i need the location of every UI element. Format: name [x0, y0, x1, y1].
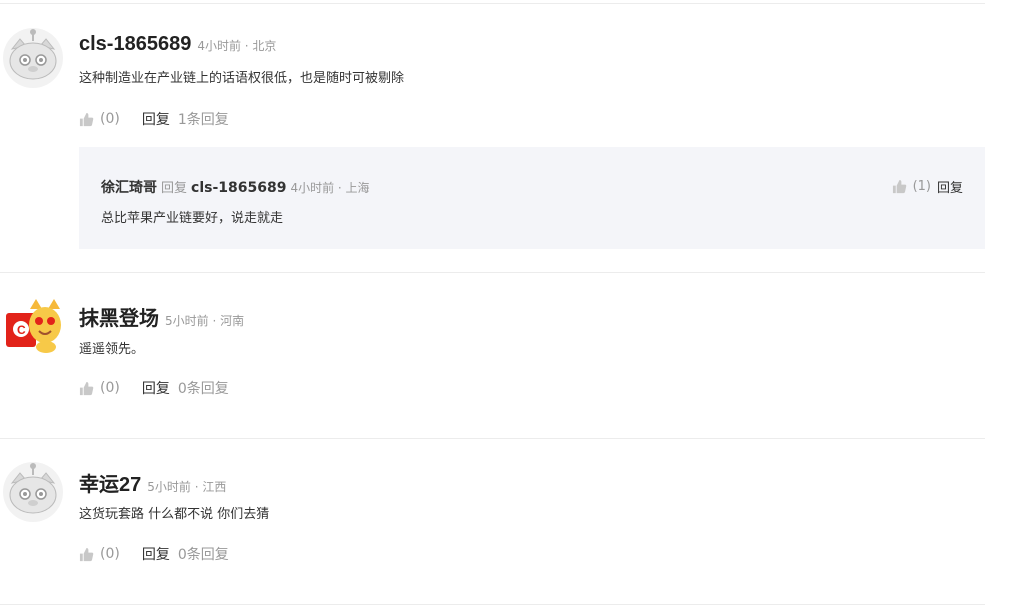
divider [0, 604, 985, 605]
like-count: (0) [100, 546, 120, 562]
user-avatar[interactable] [2, 461, 64, 523]
user-avatar[interactable] [2, 27, 64, 89]
comment-meta: 5小时前 · 江西 [147, 480, 227, 494]
reply-button[interactable]: 回复 [937, 177, 963, 196]
reply-button[interactable]: 回复 [142, 544, 170, 564]
like-count: (0) [100, 380, 120, 396]
thumbs-up-icon[interactable] [79, 547, 94, 562]
comment-item: cls-1865689 4小时前 · 北京 这种制造业在产业链上的话语权很低，也是… [0, 0, 985, 272]
thumbs-up-icon[interactable] [892, 179, 907, 194]
comment-content: 这货玩套路 什么都不说 你们去猜 [79, 507, 270, 522]
reply-count-link[interactable]: 0条回复 [178, 544, 229, 564]
thumbs-up-icon[interactable] [79, 112, 94, 127]
comment-content: 这种制造业在产业链上的话语权很低，也是随时可被剔除 [79, 71, 405, 86]
comment-meta: 4小时前 · 北京 [197, 39, 277, 53]
comment-content: 遥遥领先。 [79, 342, 145, 357]
comment-item: C 抹黑登场 5小时前 · 河南 遥遥领先。 (0) 回复 0条回复 [0, 273, 985, 438]
cartoon-cat-avatar-icon: C [6, 299, 61, 353]
reply-username[interactable]: 徐汇琦哥 [101, 180, 157, 196]
thumbs-up-icon[interactable] [79, 381, 94, 396]
reply-word: 回复 [161, 181, 188, 196]
like-count: (1) [912, 179, 931, 194]
comment-meta: 5小时前 · 河南 [165, 314, 245, 328]
like-count: (0) [100, 111, 120, 127]
comment-item: 幸运27 5小时前 · 江西 这货玩套路 什么都不说 你们去猜 (0) 回复 0条… [0, 439, 985, 605]
reply-count-link[interactable]: 0条回复 [178, 378, 229, 398]
reply-meta: 4小时前 · 上海 [290, 181, 370, 195]
user-avatar[interactable]: C [2, 295, 64, 357]
reply-count-link[interactable]: 1条回复 [178, 109, 229, 129]
cat-avatar-icon [3, 462, 63, 522]
reply-button[interactable]: 回复 [142, 109, 170, 129]
reply-thread: 徐汇琦哥 回复 cls-1865689 4小时前 · 上海 总比苹果产业链要好，说走就… [79, 147, 985, 249]
cat-avatar-icon [3, 28, 63, 88]
reply-button[interactable]: 回复 [142, 378, 170, 398]
reply-target-username[interactable]: cls-1865689 [191, 180, 286, 196]
reply-content: 总比苹果产业链要好，说走就走 [101, 211, 284, 226]
username[interactable]: 幸运27 [79, 474, 141, 496]
username[interactable]: 抹黑登场 [79, 308, 159, 330]
username[interactable]: cls-1865689 [79, 33, 191, 55]
svg-text:C: C [17, 323, 26, 337]
